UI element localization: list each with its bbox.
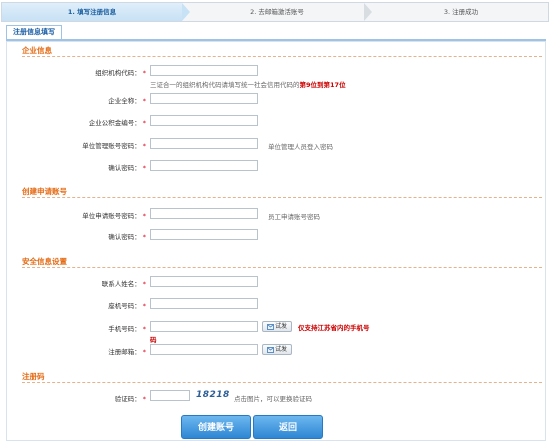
step-3: 3. 注册成功 (374, 3, 548, 21)
envelope-icon (267, 346, 274, 353)
email-test-button[interactable]: 试发 (262, 344, 292, 355)
contact-name-label: 联系人姓名： * (101, 280, 146, 288)
unit-apply-pwd-input[interactable] (150, 208, 258, 219)
mobile-input[interactable] (150, 321, 258, 332)
section-divider (22, 267, 542, 268)
mobile-warning: 仅支持江苏省内的手机号 (298, 324, 370, 332)
mobile-test-button[interactable]: 试发 (262, 321, 292, 332)
required-mark: * (142, 119, 146, 127)
confirm-pwd-2-input[interactable] (150, 229, 258, 240)
section-title-company: 企业信息 (22, 46, 52, 55)
required-mark: * (142, 212, 146, 220)
landline-input[interactable] (150, 298, 258, 309)
step-arrow-icon (364, 3, 372, 21)
step-2: 2. 去邮箱激活账号 (192, 3, 362, 21)
fund-no-label: 企业公积金编号： * (88, 119, 146, 127)
contact-name-input[interactable] (150, 276, 258, 287)
required-mark: * (142, 97, 146, 105)
step-1-label: 1. 填写注册信息 (67, 8, 117, 16)
landline-label: 座机号码： * (108, 302, 146, 310)
section-title-account: 创建申请账号 (22, 187, 67, 196)
required-mark: * (142, 142, 146, 150)
captcha-input[interactable] (150, 390, 190, 401)
step-2-label: 2. 去邮箱激活账号 (250, 8, 304, 16)
tab-bar: 注册信息填写 (6, 25, 546, 41)
captcha-label: 验证码： * (114, 395, 146, 403)
required-mark: * (142, 395, 146, 403)
required-mark: * (142, 69, 146, 77)
company-name-label: 企业全称： * (108, 97, 146, 105)
back-button[interactable]: 返回 (253, 415, 323, 439)
section-divider (22, 197, 542, 198)
section-title-security: 安全信息设置 (22, 257, 67, 266)
unit-admin-pwd-input[interactable] (150, 138, 258, 149)
confirm-pwd-1-input[interactable] (150, 160, 258, 171)
required-mark: * (142, 302, 146, 310)
confirm-pwd-1-label: 确认密码： * (108, 164, 146, 172)
unit-admin-hint: 单位管理人员登入密码 (268, 143, 333, 151)
step-3-label: 3. 注册成功 (443, 8, 479, 16)
create-account-button[interactable]: 创建账号 (181, 415, 251, 439)
org-code-hint: 三证合一的组织机构代码请填写统一社会信用代码的第9位到第17位 (150, 81, 346, 89)
email-label: 注册邮箱： * (108, 348, 146, 356)
step-progress-bar: 1. 填写注册信息 2. 去邮箱激活账号 3. 注册成功 (1, 2, 549, 22)
org-code-label: 组织机构代码： * (95, 69, 146, 77)
email-input[interactable] (150, 344, 258, 355)
step-arrow-icon (182, 3, 190, 21)
fund-no-input[interactable] (150, 115, 258, 126)
unit-admin-pwd-label: 单位管理账号密码： * (82, 142, 146, 150)
org-code-hint-emphasis: 第9位到第17位 (299, 81, 346, 89)
org-code-input[interactable] (150, 65, 258, 76)
step-1: 1. 填写注册信息 (2, 3, 182, 21)
captcha-hint: 点击图片，可以更换验证码 (234, 395, 312, 403)
tab-registration-info[interactable]: 注册信息填写 (6, 25, 62, 39)
unit-apply-pwd-label: 单位申请账号密码： * (82, 212, 146, 220)
required-mark: * (142, 164, 146, 172)
mobile-warning-wrap: 码 (150, 336, 157, 344)
company-name-input[interactable] (150, 93, 258, 104)
envelope-icon (267, 323, 274, 330)
unit-apply-hint: 员工申请账号密码 (268, 213, 320, 221)
confirm-pwd-2-label: 确认密码： * (108, 233, 146, 241)
required-mark: * (142, 233, 146, 241)
section-divider (22, 56, 542, 57)
section-divider (22, 382, 542, 383)
required-mark: * (142, 348, 146, 356)
mobile-label: 手机号码： * (108, 325, 146, 333)
required-mark: * (142, 325, 146, 333)
captcha-image[interactable]: 18218 (196, 390, 230, 400)
required-mark: * (142, 280, 146, 288)
section-title-code: 注册码 (22, 372, 45, 381)
